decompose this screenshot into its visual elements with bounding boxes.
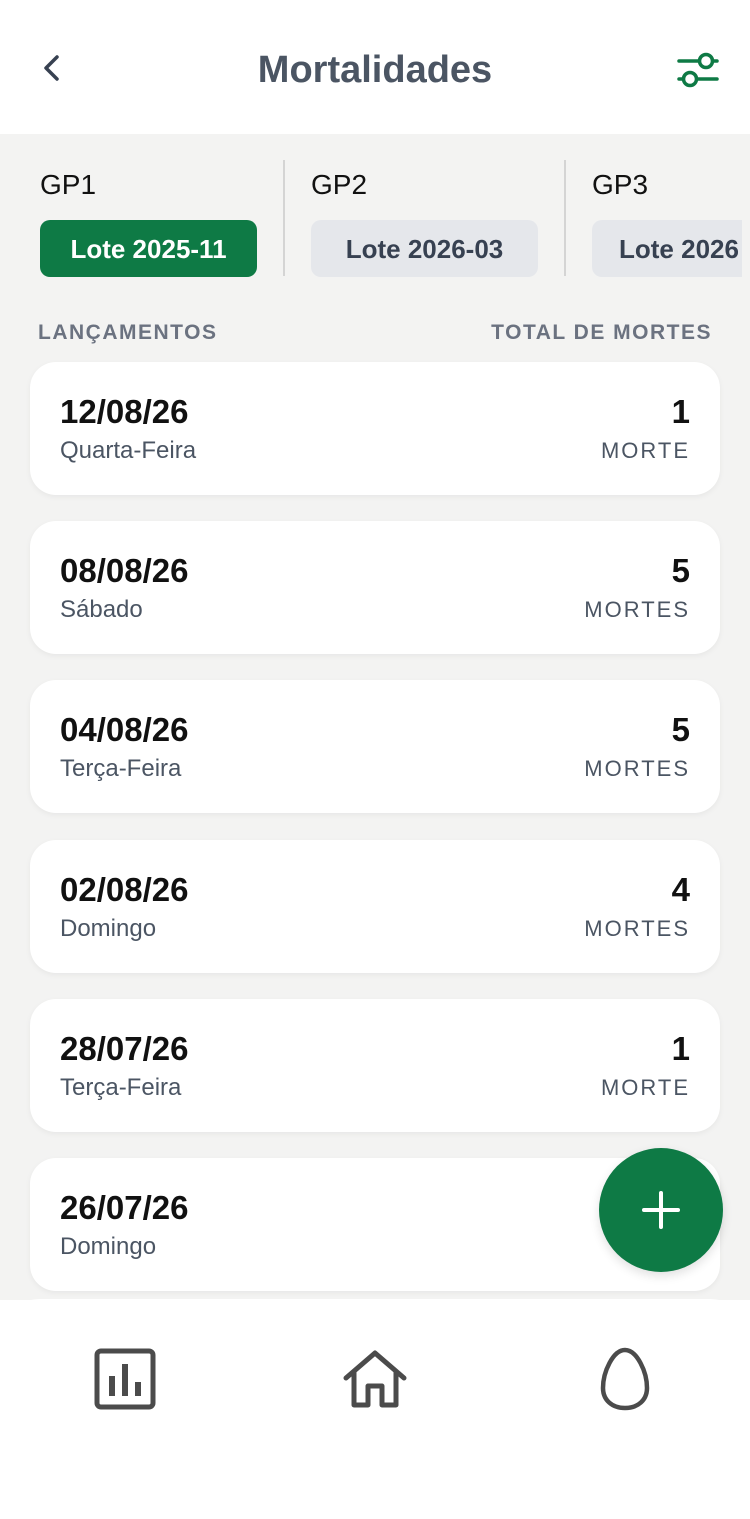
entry-count: 5 bbox=[671, 711, 690, 748]
nav-eggs[interactable] bbox=[585, 1339, 665, 1419]
entry-count: 1 bbox=[671, 1030, 690, 1067]
group-gp3: GP3 Lote 2026 bbox=[592, 160, 750, 278]
bottom-nav bbox=[0, 1299, 750, 1519]
entry-unit: MORTES bbox=[584, 597, 690, 622]
filter-button[interactable] bbox=[670, 44, 726, 96]
group-divider bbox=[283, 160, 285, 276]
entry-date: 08/08/26 bbox=[60, 552, 189, 589]
entry-card[interactable]: 08/08/26 Sábado 5 MORTES bbox=[30, 521, 720, 654]
entry-unit: MORTE bbox=[600, 438, 690, 463]
entry-weekday: Terça-Feira bbox=[60, 755, 182, 782]
plus-icon bbox=[642, 1191, 680, 1229]
content-area: GP1 Lote 2025-11 GP2 Lote 2026-03 GP3 Lo… bbox=[0, 134, 750, 1300]
entry-count: 1 bbox=[671, 393, 690, 430]
nav-home[interactable] bbox=[335, 1339, 415, 1419]
group-name: GP2 bbox=[311, 169, 368, 200]
page-title: Mortalidades bbox=[257, 49, 493, 91]
entry-date: 26/07/26 bbox=[60, 1189, 189, 1226]
group-divider bbox=[564, 160, 566, 276]
entry-unit: MORTES bbox=[584, 756, 690, 781]
lot-chip-gp2[interactable]: Lote 2026-03 bbox=[311, 220, 538, 277]
entry-card[interactable]: 02/08/26 Domingo 4 MORTES bbox=[30, 840, 720, 973]
entry-weekday: Terça-Feira bbox=[60, 1074, 182, 1101]
lot-chip-gp3[interactable]: Lote 2026 bbox=[592, 220, 742, 277]
entry-date: 12/08/26 bbox=[60, 393, 189, 430]
entry-date: 02/08/26 bbox=[60, 871, 189, 908]
group-name: GP3 bbox=[592, 169, 649, 200]
group-name: GP1 bbox=[40, 169, 97, 200]
sliders-icon bbox=[677, 52, 719, 88]
lot-chip-gp1[interactable]: Lote 2025-11 bbox=[40, 220, 257, 277]
nav-reports[interactable] bbox=[85, 1339, 165, 1419]
entry-unit: MORTES bbox=[584, 916, 690, 941]
egg-icon bbox=[600, 1347, 650, 1411]
group-gp2: GP2 Lote 2026-03 bbox=[311, 160, 551, 278]
add-entry-button[interactable] bbox=[599, 1148, 723, 1272]
entry-card[interactable]: 04/08/26 Terça-Feira 5 MORTES bbox=[30, 680, 720, 813]
entry-date: 28/07/26 bbox=[60, 1030, 189, 1067]
app-header: Mortalidades bbox=[0, 0, 750, 134]
entry-weekday: Domingo bbox=[60, 915, 157, 942]
group-gp1: GP1 Lote 2025-11 bbox=[40, 160, 270, 278]
entry-card[interactable]: 28/07/26 Terça-Feira 1 MORTE bbox=[30, 999, 720, 1132]
entry-weekday: Sábado bbox=[60, 596, 143, 623]
entry-weekday: Quarta-Feira bbox=[60, 437, 197, 464]
bar-chart-icon bbox=[94, 1348, 156, 1410]
entry-card[interactable]: 12/08/26 Quarta-Feira 1 MORTE bbox=[30, 362, 720, 495]
section-label-total: TOTAL DE MORTES bbox=[491, 321, 712, 344]
entry-count: 4 bbox=[671, 871, 690, 908]
entry-date: 04/08/26 bbox=[60, 711, 189, 748]
group-selector: GP1 Lote 2025-11 GP2 Lote 2026-03 GP3 Lo… bbox=[0, 160, 750, 280]
home-icon bbox=[343, 1350, 407, 1408]
entry-weekday: Domingo bbox=[60, 1233, 157, 1260]
entry-count: 5 bbox=[671, 552, 690, 589]
section-label-entries: LANÇAMENTOS bbox=[38, 321, 218, 344]
entry-unit: MORTE bbox=[600, 1075, 690, 1100]
